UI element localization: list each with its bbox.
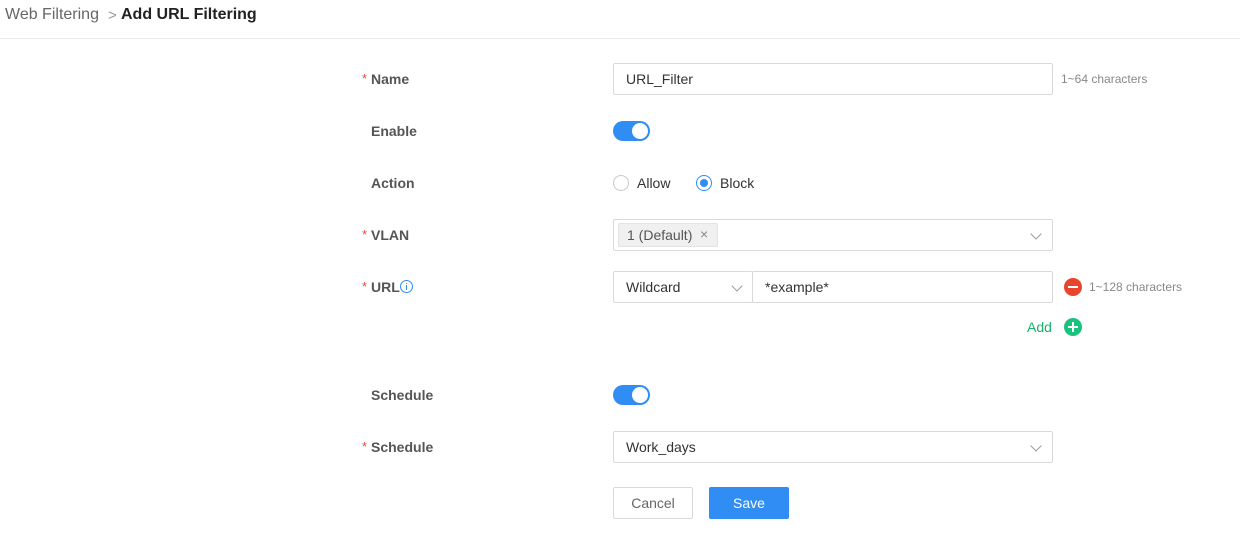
name-input-value: URL_Filter [626,71,693,87]
vlan-label: VLAN [371,227,410,243]
url-label: URL [371,279,400,295]
name-input[interactable]: URL_Filter [613,63,1053,95]
cancel-button[interactable]: Cancel [613,487,693,519]
close-icon[interactable]: × [700,226,708,242]
required-marker: * [362,279,368,294]
allow-radio-label[interactable]: Allow [637,174,670,192]
vlan-tag-label: 1 (Default) [627,227,693,243]
required-marker: * [362,439,368,454]
allow-radio[interactable] [613,175,629,191]
add-url-icon[interactable] [1064,318,1082,336]
url-input[interactable]: *example* [752,271,1053,303]
page-title: Add URL Filtering [121,6,257,23]
schedule-select-label: Schedule [371,439,434,455]
name-label: Name [371,71,410,87]
save-button[interactable]: Save [709,487,789,519]
add-url-link[interactable]: Add [1027,318,1052,336]
breadcrumb-web-filtering[interactable]: Web Filtering [5,6,99,24]
vlan-tag: 1 (Default) × [618,223,718,247]
schedule-select-value: Work_days [626,439,696,455]
required-marker: * [362,71,368,86]
name-hint: 1~64 characters [1061,72,1148,86]
toggle-knob [632,387,648,403]
toggle-knob [632,123,648,139]
chevron-down-icon [1030,440,1042,452]
enable-toggle[interactable] [613,121,650,141]
block-radio[interactable] [696,175,712,191]
action-label: Action [371,175,415,191]
info-icon[interactable] [400,280,413,293]
schedule-select[interactable]: Work_days [613,431,1053,463]
chevron-down-icon [731,280,743,292]
schedule-toggle[interactable] [613,385,650,405]
chevron-right-icon: > [108,7,117,24]
url-input-value: *example* [765,279,829,295]
breadcrumb: Web Filtering > Add URL Filtering [0,0,1240,39]
block-radio-label[interactable]: Block [720,174,754,192]
enable-label: Enable [371,123,417,139]
remove-url-icon[interactable] [1064,278,1082,296]
url-hint: 1~128 characters [1089,280,1183,294]
url-match-type-value: Wildcard [626,279,681,295]
url-match-type-select[interactable]: Wildcard [613,271,753,303]
chevron-down-icon [1030,228,1042,240]
schedule-toggle-label: Schedule [371,387,434,403]
required-marker: * [362,227,368,242]
